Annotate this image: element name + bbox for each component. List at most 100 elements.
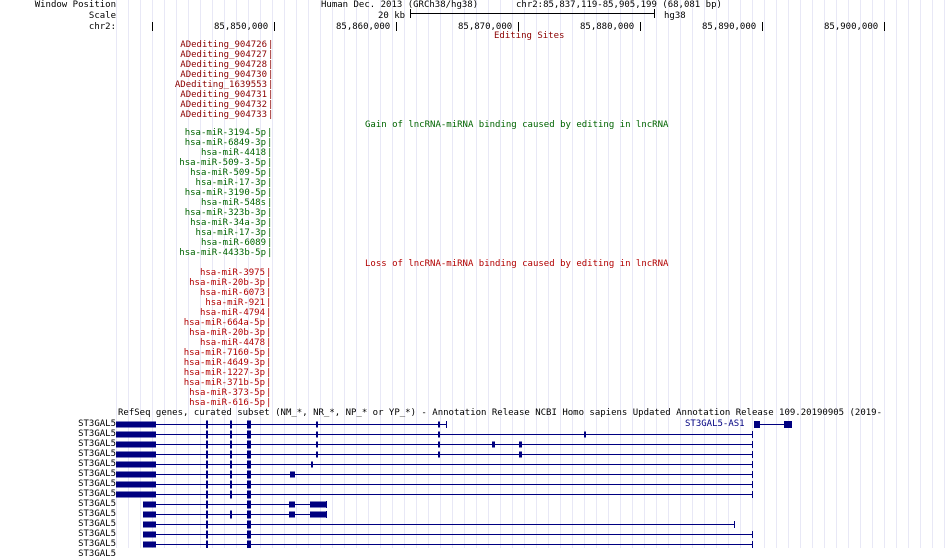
gene-exon <box>116 441 156 448</box>
track-label-panel: Window Position Scale chr2: ST3GAL5 ST3GA… <box>0 0 116 559</box>
gene-exon <box>116 461 156 468</box>
gene-end-tick <box>446 421 447 428</box>
gene-end-tick <box>752 541 753 548</box>
gene-exon <box>230 470 232 479</box>
gene-label[interactable]: ST3GAL5 <box>78 439 116 449</box>
gene-exon <box>247 460 251 469</box>
gene-exon <box>206 520 208 529</box>
gene-exon <box>143 541 156 548</box>
gene-end-tick <box>752 431 753 438</box>
gene-end-tick <box>752 491 753 498</box>
gene-exon <box>206 480 208 489</box>
gene-end-tick <box>752 531 753 538</box>
gene-exon <box>519 451 522 458</box>
gene-exon <box>247 510 251 519</box>
gene-end-tick <box>326 501 327 508</box>
gene-exon <box>206 420 208 429</box>
gene-label[interactable]: ST3GAL5 <box>78 499 116 509</box>
gene-exon <box>206 540 208 548</box>
gene-exon <box>230 430 232 439</box>
gene-exon <box>316 421 318 428</box>
gene-exon <box>247 440 251 449</box>
gene-label[interactable]: ST3GAL5 <box>78 489 116 499</box>
window-position-label[interactable]: Window Position <box>35 0 116 10</box>
gene-label[interactable]: ST3GAL5 <box>78 509 116 519</box>
gene-exon <box>492 441 495 448</box>
gene-exon <box>230 420 232 429</box>
gene-exon <box>316 451 318 458</box>
gene-exon <box>247 420 251 429</box>
gene-models[interactable] <box>116 0 950 548</box>
gene-exon <box>230 460 232 469</box>
gene-exon <box>289 501 295 508</box>
gene-exon <box>116 451 156 458</box>
gene-label[interactable]: ST3GAL5 <box>78 419 116 429</box>
gene-exon <box>316 431 318 438</box>
gene-label[interactable]: ST3GAL5 <box>78 519 116 529</box>
gene-exon <box>206 530 208 539</box>
gene-label[interactable]: ST3GAL5 <box>78 459 116 469</box>
gene-exon <box>116 431 156 438</box>
gene-exon <box>230 480 232 489</box>
gene-exon <box>247 480 251 489</box>
gene-exon <box>206 440 208 449</box>
gene-exon <box>206 460 208 469</box>
gene-exon <box>206 450 208 459</box>
gene-exon <box>143 521 156 528</box>
gene-end-tick <box>752 451 753 458</box>
gene-exon <box>519 441 522 448</box>
gene-exon <box>206 490 208 499</box>
gene-end-tick <box>752 471 753 478</box>
gene-exon <box>230 440 232 449</box>
gene-label[interactable]: ST3GAL5 <box>78 469 116 479</box>
scale-label[interactable]: Scale <box>89 11 116 21</box>
gene-exon <box>438 451 440 458</box>
gene-exon <box>438 431 440 438</box>
gene-exon <box>230 510 232 519</box>
gene-exon <box>143 531 156 538</box>
gene-end-tick <box>752 441 753 448</box>
gene-exon <box>290 471 295 478</box>
gene-label[interactable]: ST3GAL5 <box>78 549 116 559</box>
gene-end-tick <box>734 521 735 528</box>
gene-exon <box>247 540 251 548</box>
gene-exon <box>247 490 251 499</box>
gene-exon <box>438 441 440 448</box>
gene-end-tick <box>752 481 753 488</box>
gene-exon <box>584 431 586 438</box>
gene-exon <box>784 421 792 428</box>
gene-exon <box>230 490 232 499</box>
gene-exon <box>206 500 208 509</box>
gene-label[interactable]: ST3GAL5 <box>78 449 116 459</box>
gene-end-tick <box>326 511 327 518</box>
gene-exon <box>116 471 156 478</box>
gene-label[interactable]: ST3GAL5 <box>78 429 116 439</box>
gene-exon <box>247 450 251 459</box>
gene-label[interactable]: ST3GAL5 <box>78 479 116 489</box>
gene-exon <box>116 421 156 428</box>
gene-exon <box>247 530 251 539</box>
gene-exon <box>206 470 208 479</box>
chrom-label[interactable]: chr2: <box>89 22 116 32</box>
gene-exon <box>143 511 156 518</box>
gene-exon <box>247 520 251 529</box>
gene-exon <box>289 511 295 518</box>
gene-exon <box>316 441 318 448</box>
gene-exon <box>754 421 760 428</box>
gene-exon <box>206 430 208 439</box>
gene-label[interactable]: ST3GAL5 <box>78 529 116 539</box>
gene-exon <box>116 481 156 488</box>
gene-exon <box>310 511 326 518</box>
gene-exon <box>206 510 208 519</box>
gene-exon <box>230 450 232 459</box>
browser-track-area[interactable]: Human Dec. 2013 (GRCh38/hg38) chr2:85,83… <box>116 0 950 548</box>
gene-exon <box>438 421 440 428</box>
gene-exon <box>310 501 326 508</box>
gene-exon <box>247 500 251 509</box>
gene-exon <box>247 470 251 479</box>
gene-end-tick <box>752 461 753 468</box>
gene-exon <box>247 430 251 439</box>
gene-exon <box>311 461 313 468</box>
gene-exon <box>143 501 156 508</box>
gene-exon <box>116 491 156 498</box>
